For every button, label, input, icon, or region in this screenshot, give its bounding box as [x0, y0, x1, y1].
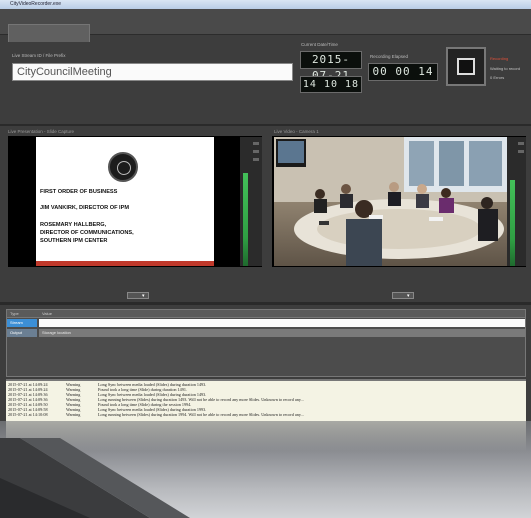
list-item-value[interactable]: Storage location — [39, 329, 525, 337]
chevron-down-icon: ▾ — [142, 293, 145, 299]
elapsed-label: Recording Elapsed — [370, 54, 409, 59]
slide-line: FIRST ORDER OF BUSINESS — [40, 189, 118, 195]
date-display: 2015-07-21 — [300, 51, 362, 82]
window-title: CityVideoRecorder.exe — [10, 1, 62, 7]
list-item[interactable]: Stream — [7, 319, 525, 327]
right-audio-meter — [510, 180, 515, 266]
log-level: Warning — [66, 412, 81, 417]
column-header: Type — [10, 311, 19, 316]
stream-list: Type Value Stream Output Storage locatio… — [6, 309, 526, 377]
chevron-down-icon: ▾ — [407, 293, 410, 299]
seal-icon — [108, 152, 138, 182]
volume-up-icon[interactable] — [518, 142, 524, 145]
log-message: Long running between (Slides) during dur… — [98, 412, 304, 417]
meeting-name-label: Live Stream ID / File Prefix — [12, 53, 66, 58]
volume-up-icon[interactable] — [253, 142, 259, 145]
record-substatus: Waiting to record — [490, 66, 521, 71]
stream-list-header: Type Value — [7, 310, 525, 318]
elapsed-display: 00 00 14 — [368, 63, 438, 81]
record-button[interactable] — [446, 47, 486, 86]
log-timestamp: 2015-07-21 at 14:10:08 — [8, 412, 48, 417]
list-item-value[interactable] — [39, 319, 525, 327]
section-divider — [0, 124, 531, 126]
stop-icon — [457, 58, 475, 75]
column-header: Value — [42, 311, 52, 316]
toolbar — [0, 9, 531, 42]
record-status: Recording — [490, 56, 509, 61]
slide-source-dropdown[interactable]: ▾ — [127, 292, 149, 299]
camera-source-dropdown[interactable]: ▾ — [392, 292, 414, 299]
slide-line: SOUTHERN IPM CENTER — [40, 238, 108, 244]
list-item-type: Output — [7, 329, 37, 337]
mute-icon[interactable] — [253, 158, 259, 161]
window-titlebar: CityVideoRecorder.exe — [0, 0, 531, 9]
monitor-bezel — [0, 438, 190, 518]
error-count: 0 Errors — [490, 75, 505, 80]
recorder-app-window: CityVideoRecorder.exe Live Stream ID / F… — [0, 0, 531, 518]
slide-line: JIM VANKIRK, DIRECTOR OF IPM — [40, 205, 129, 211]
meeting-room-video — [274, 137, 507, 266]
datetime-label: Current Date/Time — [301, 42, 338, 47]
camera-panel-caption: Live Video - Camera 1 — [274, 129, 319, 134]
log-row: 2015-07-21 at 14:10:08 Warning Long runn… — [6, 412, 526, 417]
meeting-room-image — [274, 137, 507, 266]
meeting-name-field[interactable]: CityCouncilMeeting — [12, 63, 293, 81]
section-divider — [0, 302, 531, 305]
tab-main[interactable] — [8, 24, 90, 42]
event-log: 2015-07-21 at 14:09:24 Warning Long Sync… — [6, 379, 526, 423]
time-display: 14 10 18 — [300, 76, 362, 93]
volume-down-icon[interactable] — [518, 150, 524, 153]
slide-line: ROSEMARY HALLBERG, — [40, 222, 107, 228]
left-audio-meter — [243, 173, 248, 266]
slide-panel-caption: Live Presentation - Slide Capture — [8, 129, 75, 134]
volume-down-icon[interactable] — [253, 150, 259, 153]
list-item[interactable]: Output Storage location — [7, 329, 525, 337]
list-item-type: Stream — [7, 319, 37, 327]
slide-line: DIRECTOR OF COMMUNICATIONS, — [40, 230, 134, 236]
